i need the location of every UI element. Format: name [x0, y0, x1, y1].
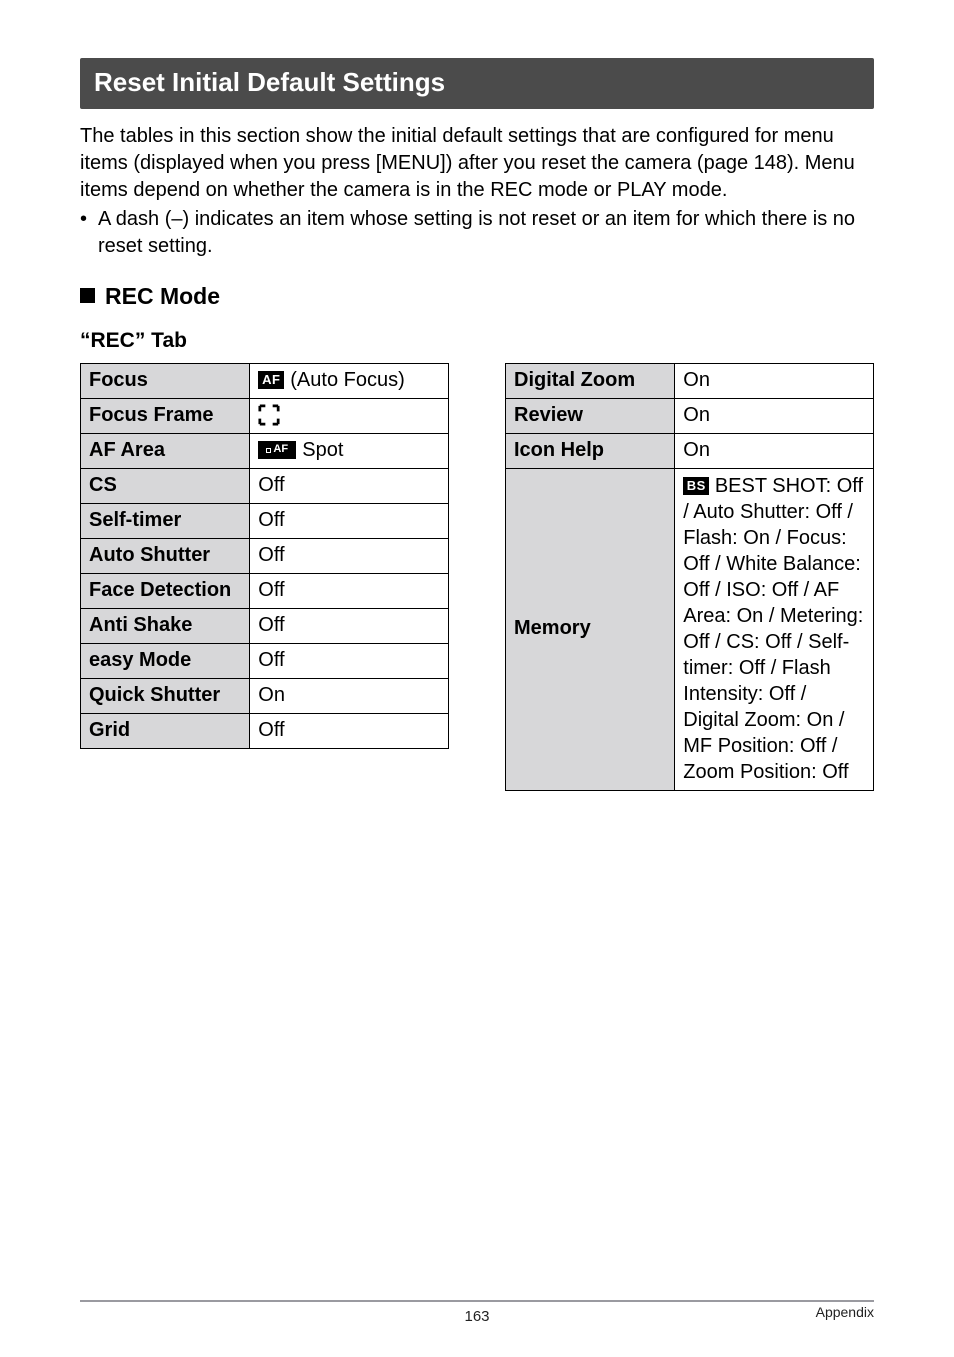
row-label: Digital Zoom	[506, 363, 675, 398]
row-label: Anti Shake	[81, 608, 250, 643]
row-value: On	[675, 363, 874, 398]
row-label: Icon Help	[506, 433, 675, 468]
row-label: easy Mode	[81, 643, 250, 678]
left-table: Focus AF (Auto Focus) Focus Frame	[80, 363, 449, 749]
table-row: Grid Off	[81, 713, 449, 748]
row-value: Off	[250, 608, 449, 643]
row-value: On	[675, 398, 874, 433]
row-value: Off	[250, 538, 449, 573]
row-label: Self-timer	[81, 503, 250, 538]
intro-text: The tables in this section show the init…	[80, 123, 874, 204]
row-label: Focus Frame	[81, 398, 250, 433]
rec-tab-heading: “REC” Tab	[80, 328, 874, 354]
row-value: BS BEST SHOT: Off / Auto Shutter: Off / …	[675, 468, 874, 790]
section-title-bar: Reset Initial Default Settings	[80, 58, 874, 109]
table-row: Quick Shutter On	[81, 678, 449, 713]
row-label: Focus	[81, 363, 250, 398]
row-value: Off	[250, 503, 449, 538]
bullet-dot: •	[80, 206, 98, 260]
rec-mode-heading-label: REC Mode	[105, 282, 220, 311]
memory-value-text: BEST SHOT: Off / Auto Shutter: Off / Fla…	[683, 475, 863, 783]
row-value: Off	[250, 713, 449, 748]
bs-icon: BS	[683, 477, 709, 495]
bullet-text: A dash (–) indicates an item whose setti…	[98, 206, 874, 260]
spot-square-icon	[266, 448, 271, 453]
table-row: Icon Help On	[506, 433, 874, 468]
row-value-text: (Auto Focus)	[290, 368, 404, 393]
row-value	[250, 398, 449, 433]
af-icon: AF	[258, 371, 284, 389]
focus-frame-icon	[258, 404, 280, 426]
black-square-icon	[80, 288, 95, 303]
row-value: On	[675, 433, 874, 468]
row-value: Off	[250, 643, 449, 678]
row-label: CS	[81, 468, 250, 503]
table-row: easy Mode Off	[81, 643, 449, 678]
spot-af-icon: AF	[258, 441, 296, 459]
row-label: Auto Shutter	[81, 538, 250, 573]
table-row: AF Area AF Spot	[81, 433, 449, 468]
table-row: Face Detection Off	[81, 573, 449, 608]
rec-mode-heading: REC Mode	[80, 282, 874, 311]
table-row: Digital Zoom On	[506, 363, 874, 398]
row-label: Grid	[81, 713, 250, 748]
row-value: Off	[250, 468, 449, 503]
row-value-text: Spot	[302, 438, 343, 463]
table-row: Auto Shutter Off	[81, 538, 449, 573]
appendix-label: Appendix	[816, 1304, 874, 1322]
row-label: Face Detection	[81, 573, 250, 608]
spot-af-text: AF	[273, 443, 288, 457]
table-row: Anti Shake Off	[81, 608, 449, 643]
row-label: AF Area	[81, 433, 250, 468]
row-label: Memory	[506, 468, 675, 790]
row-value: AF (Auto Focus)	[250, 363, 449, 398]
page-footer: 163 Appendix	[80, 1300, 874, 1327]
table-row: CS Off	[81, 468, 449, 503]
table-row: Focus Frame	[81, 398, 449, 433]
right-table: Digital Zoom On Review On Icon Help On M…	[505, 363, 874, 791]
table-row: Self-timer Off	[81, 503, 449, 538]
table-row: Memory BS BEST SHOT: Off / Auto Shutter:…	[506, 468, 874, 790]
row-label: Quick Shutter	[81, 678, 250, 713]
row-label: Review	[506, 398, 675, 433]
row-value: On	[250, 678, 449, 713]
page-number: 163	[464, 1308, 489, 1327]
bullet-item: • A dash (–) indicates an item whose set…	[80, 206, 874, 260]
row-value: Off	[250, 573, 449, 608]
row-value: AF Spot	[250, 433, 449, 468]
table-row: Review On	[506, 398, 874, 433]
table-row: Focus AF (Auto Focus)	[81, 363, 449, 398]
